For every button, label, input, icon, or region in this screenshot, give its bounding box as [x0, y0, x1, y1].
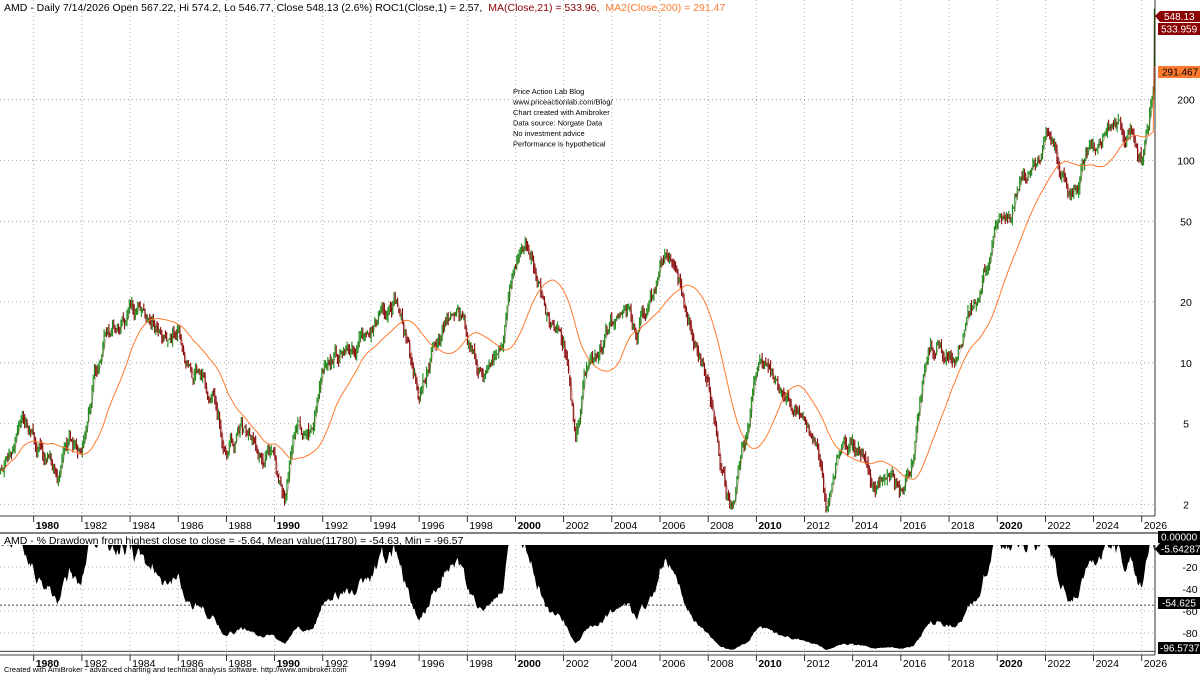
dd-x-tick-label: 2008 [710, 658, 734, 670]
dd-last-value: -5.64287 [1161, 545, 1200, 556]
dd-x-tick-label: 2026 [1144, 658, 1168, 670]
price-x-tick-label: 2014 [855, 520, 879, 532]
price-x-tick-label: 1982 [84, 520, 108, 532]
price-x-tick-label: 2006 [662, 520, 686, 532]
price-x-tick-label: 2012 [807, 520, 831, 532]
dd-x-tick-label: 2006 [662, 658, 686, 670]
price-y-tick-label: 10 [1180, 358, 1192, 370]
dd-x-tick-label: 2014 [855, 658, 879, 670]
price-x-tick-label: 2016 [903, 520, 927, 532]
price-y-tick-label: 5 [1183, 419, 1189, 431]
dd-x-tick-label: 1994 [373, 658, 397, 670]
dd-zero-value: 0.00000 [1161, 533, 1198, 544]
price-x-tick-label: 2000 [517, 520, 541, 532]
price-bars [0, 8, 1155, 513]
price-x-tick-label: 2004 [614, 520, 638, 532]
dd-mean-label: -54.625 [1158, 597, 1200, 610]
annotation-text: Price Action Lab Blog www.priceactionlab.… [512, 87, 614, 149]
price-x-tick-label: 1984 [132, 520, 156, 532]
dd-x-tick-label: 1996 [421, 658, 445, 670]
price-x-tick-label: 2020 [999, 520, 1023, 532]
dd-x-tick-label: 2002 [566, 658, 590, 670]
dd-x-tick-label: 2020 [999, 658, 1023, 670]
title-main: AMD - Daily 7/14/2026 Open 567.22, Hi 57… [4, 2, 482, 14]
dd-x-tick-label: 2012 [807, 658, 831, 670]
title-ma200: MA2(Close,200) = 291.47 [605, 2, 725, 14]
price-y-tick-label: 50 [1180, 216, 1192, 228]
price-y-tick-label: 100 [1177, 155, 1195, 167]
price-x-tick-label: 1998 [469, 520, 493, 532]
ma21-value-label: 533.959 [1158, 23, 1200, 36]
ma21-value: 533.959 [1161, 25, 1198, 36]
price-x-tick-label: 2026 [1144, 520, 1168, 532]
dd-x-tick-label: 2024 [1096, 658, 1120, 670]
price-x-tick-label: 2008 [710, 520, 734, 532]
drawdown-panel: -20-40-60-80 1980 1982 1984 1986 1988 1990 199… [0, 545, 1198, 670]
annotation-line: www.priceactionlab.com/Blog/ [512, 98, 614, 107]
last-close-label: 548.13 [1155, 11, 1200, 23]
annotation-line: Performance is hypothetical [513, 140, 606, 149]
dd-x-tick-label: 2004 [614, 658, 638, 670]
price-x-tick-label: 1994 [373, 520, 397, 532]
price-y-tick-label: 200 [1177, 94, 1195, 106]
dd-y-tick-label: -20 [1182, 562, 1197, 574]
price-x-tick-label: 2018 [951, 520, 975, 532]
footer-credit: Created with AmiBroker - advanced charti… [4, 665, 347, 674]
drawdown-area [0, 545, 1155, 650]
title-ma21: MA(Close,21) = 533.96, [488, 2, 599, 14]
price-panel: 25102050100200 1980 1982 1984 1986 1988 1990 1… [0, 0, 1195, 532]
price-x-tick-label: 2022 [1047, 520, 1071, 532]
dd-mean-value: -54.625 [1162, 599, 1196, 610]
price-grid [0, 0, 1155, 516]
dd-x-tick-label: 2022 [1047, 658, 1071, 670]
annotation-line: No investment advice [513, 129, 585, 138]
dd-min-value: -96.5737 [1160, 644, 1200, 655]
price-x-tick-label: 1992 [325, 520, 349, 532]
dd-y-tick-label: -40 [1182, 584, 1197, 596]
price-x-tick-label: 1996 [421, 520, 445, 532]
price-y-tick-label: 2 [1183, 499, 1189, 511]
dd-x-tick-label: 2000 [517, 658, 541, 670]
annotation-line: Price Action Lab Blog [513, 87, 584, 96]
price-x-tick-label: 2010 [758, 520, 782, 532]
price-y-tick-label: 20 [1180, 297, 1192, 309]
dd-zero-label: 0.00000 [1158, 531, 1200, 544]
chart-canvas: AMD - Daily 7/14/2026 Open 567.22, Hi 57… [0, 0, 1200, 674]
annotation-line: Chart created with Amibroker [513, 108, 610, 117]
dd-x-tick-label: 2018 [951, 658, 975, 670]
annotation-line: Data source: Norgate Data [513, 119, 603, 128]
price-x-tick-label: 2002 [566, 520, 590, 532]
price-x-tick-label: 2024 [1096, 520, 1120, 532]
ma200-value-label: 291.467 [1158, 66, 1200, 79]
dd-y-tick-label: -80 [1182, 628, 1197, 640]
dd-x-tick-label: 2010 [758, 658, 782, 670]
price-x-tick-label: 1988 [228, 520, 252, 532]
price-x-tick-label: 1986 [180, 520, 204, 532]
dd-x-tick-label: 1998 [469, 658, 493, 670]
dd-last-label: -5.64287 [1155, 543, 1200, 556]
price-x-axis: 1980 1982 1984 1986 1988 1990 1992 1994 1996 1998… [0, 515, 1168, 532]
price-x-tick-label: 1980 [36, 520, 60, 532]
dd-min-label: -96.5737 [1158, 642, 1200, 655]
dd-x-tick-label: 2016 [903, 658, 927, 670]
last-close-value: 548.13 [1164, 12, 1195, 23]
ma200-value: 291.467 [1162, 68, 1199, 79]
price-plot-frame [0, 0, 1155, 530]
price-panel-title: AMD - Daily 7/14/2026 Open 567.22, Hi 57… [4, 2, 725, 14]
price-x-tick-label: 1990 [277, 520, 301, 532]
